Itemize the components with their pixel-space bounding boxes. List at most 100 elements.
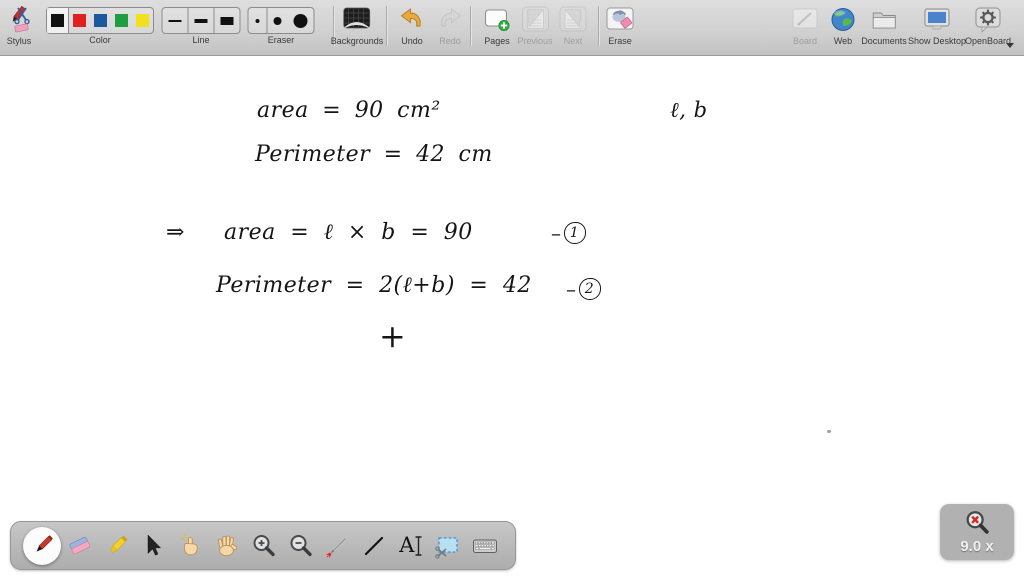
eraser-large-button[interactable] [288,8,314,33]
chevron-down-icon[interactable] [1006,43,1014,48]
text-tool-button[interactable]: A [393,526,429,566]
eraser-medium-button[interactable] [268,8,288,33]
medium-dot-icon [273,16,282,25]
capture-area-icon [435,536,458,559]
zoom-level-value: 9.0 x [960,538,994,555]
capture-tool-button[interactable] [430,526,466,566]
handwriting-plus-sign: + [379,317,407,355]
folder-icon [870,3,898,35]
color-label: Color [89,35,111,45]
color-swatches [46,7,154,34]
zoom-reset-widget[interactable]: 9.0 x [940,504,1014,560]
show-desktop-button[interactable]: Show Desktop [908,3,966,46]
zoom-in-icon [253,534,275,556]
gear-bubble-icon [973,3,1003,35]
redo-button: Redo [436,3,464,46]
next-label: Next [563,36,583,46]
web-label: Web [833,36,853,46]
dash: – [551,221,562,245]
line-medium-button[interactable] [189,8,215,33]
text-tool-a-glyph: A [399,533,415,557]
whiteboard-canvas[interactable]: area = 90 cm² Perimeter = 42 cm ℓ, b ⇒ a… [0,56,1024,576]
line-thick-button[interactable] [215,8,240,33]
openboard-window: Stylus Color Line Eraser Backgrounds Und… [0,0,1024,576]
handwriting-implies-arrow: ⇒ [166,220,185,245]
thick-line-icon [220,16,234,25]
previous-label: Previous [517,36,553,46]
virtual-keyboard-tool-button[interactable] [467,526,503,566]
monitor-icon [922,3,952,35]
eraser-small-button[interactable] [249,8,268,33]
medium-line-icon [194,18,208,23]
blue-swatch-icon [94,14,107,27]
zoom-out-icon [290,534,312,556]
play-interact-tool-button[interactable] [172,526,208,566]
zoom-in-tool-button[interactable] [246,526,282,566]
previous-page-icon [520,3,550,35]
keyboard-icon [472,539,497,553]
laser-pointer-tool-button[interactable] [320,526,356,566]
color-swatch-yellow[interactable] [132,8,153,33]
openboard-menu-button[interactable]: OpenBoard [965,3,1011,46]
eraser-size-group: Eraser [247,3,315,45]
eraser-icon [69,536,90,554]
pan-hand-tool-button[interactable] [209,526,245,566]
new-page-icon [483,3,511,35]
stylus-label: Stylus [6,36,32,46]
line-width-buttons [161,7,241,34]
board-mode-button: Board [791,3,819,46]
equation-1-reference: – 1 [551,222,586,244]
magnifier-x-icon [966,511,989,534]
large-dot-icon [293,13,308,28]
toolbar-separator [386,6,388,46]
undo-icon [398,3,426,35]
color-swatch-black[interactable] [47,8,69,33]
circled-number-1: 1 [563,222,586,244]
next-page-button: Next [558,3,588,46]
zoom-out-tool-button[interactable] [283,526,319,566]
circled-number-2: 2 [578,278,601,300]
stylus-toolbar: A [10,521,516,570]
undo-label: Undo [401,36,423,46]
line-width-group: Line [161,3,241,45]
toolbar-separator [470,6,472,46]
stylus-button[interactable]: Stylus [3,3,35,46]
documents-mode-button[interactable]: Documents [861,3,907,46]
color-swatch-green[interactable] [111,8,132,33]
red-swatch-icon [73,14,86,27]
backgrounds-button[interactable]: Backgrounds [330,3,384,46]
undo-button[interactable]: Undo [398,3,426,46]
color-swatch-red[interactable] [69,8,90,33]
eraser-tool-button[interactable] [62,526,98,566]
line-icon [365,536,384,555]
board-icon [791,3,819,35]
pen-icon [36,534,53,552]
pages-button[interactable]: Pages [483,3,511,46]
eraser-size-buttons [247,7,315,34]
cursor-arrow-icon [148,534,162,555]
backgrounds-icon [342,3,372,35]
pointing-hand-icon [181,533,199,555]
pen-tool-button[interactable] [23,526,61,565]
handwriting-variables: ℓ, b [670,98,708,122]
previous-page-button: Previous [517,3,553,46]
line-tool-button[interactable] [356,526,392,566]
documents-label: Documents [861,36,907,46]
erase-button[interactable]: Erase [604,3,636,46]
web-mode-button[interactable]: Web [830,3,857,46]
selector-tool-button[interactable] [135,526,171,566]
laser-pointer-icon [326,536,347,557]
color-swatch-blue[interactable] [90,8,111,33]
toolbar-separator [598,6,600,46]
stylus-icon [3,3,35,35]
color-picker-group: Color [46,3,154,45]
handwriting-perimeter-value: Perimeter = 42 cm [255,142,493,167]
erase-hand-icon [604,3,636,35]
backgrounds-label: Backgrounds [330,36,384,46]
line-label: Line [192,35,210,45]
green-swatch-icon [115,14,128,27]
erase-label: Erase [608,36,632,46]
line-thin-button[interactable] [163,8,189,33]
highlighter-tool-button[interactable] [99,526,135,566]
board-label: Board [792,36,818,46]
